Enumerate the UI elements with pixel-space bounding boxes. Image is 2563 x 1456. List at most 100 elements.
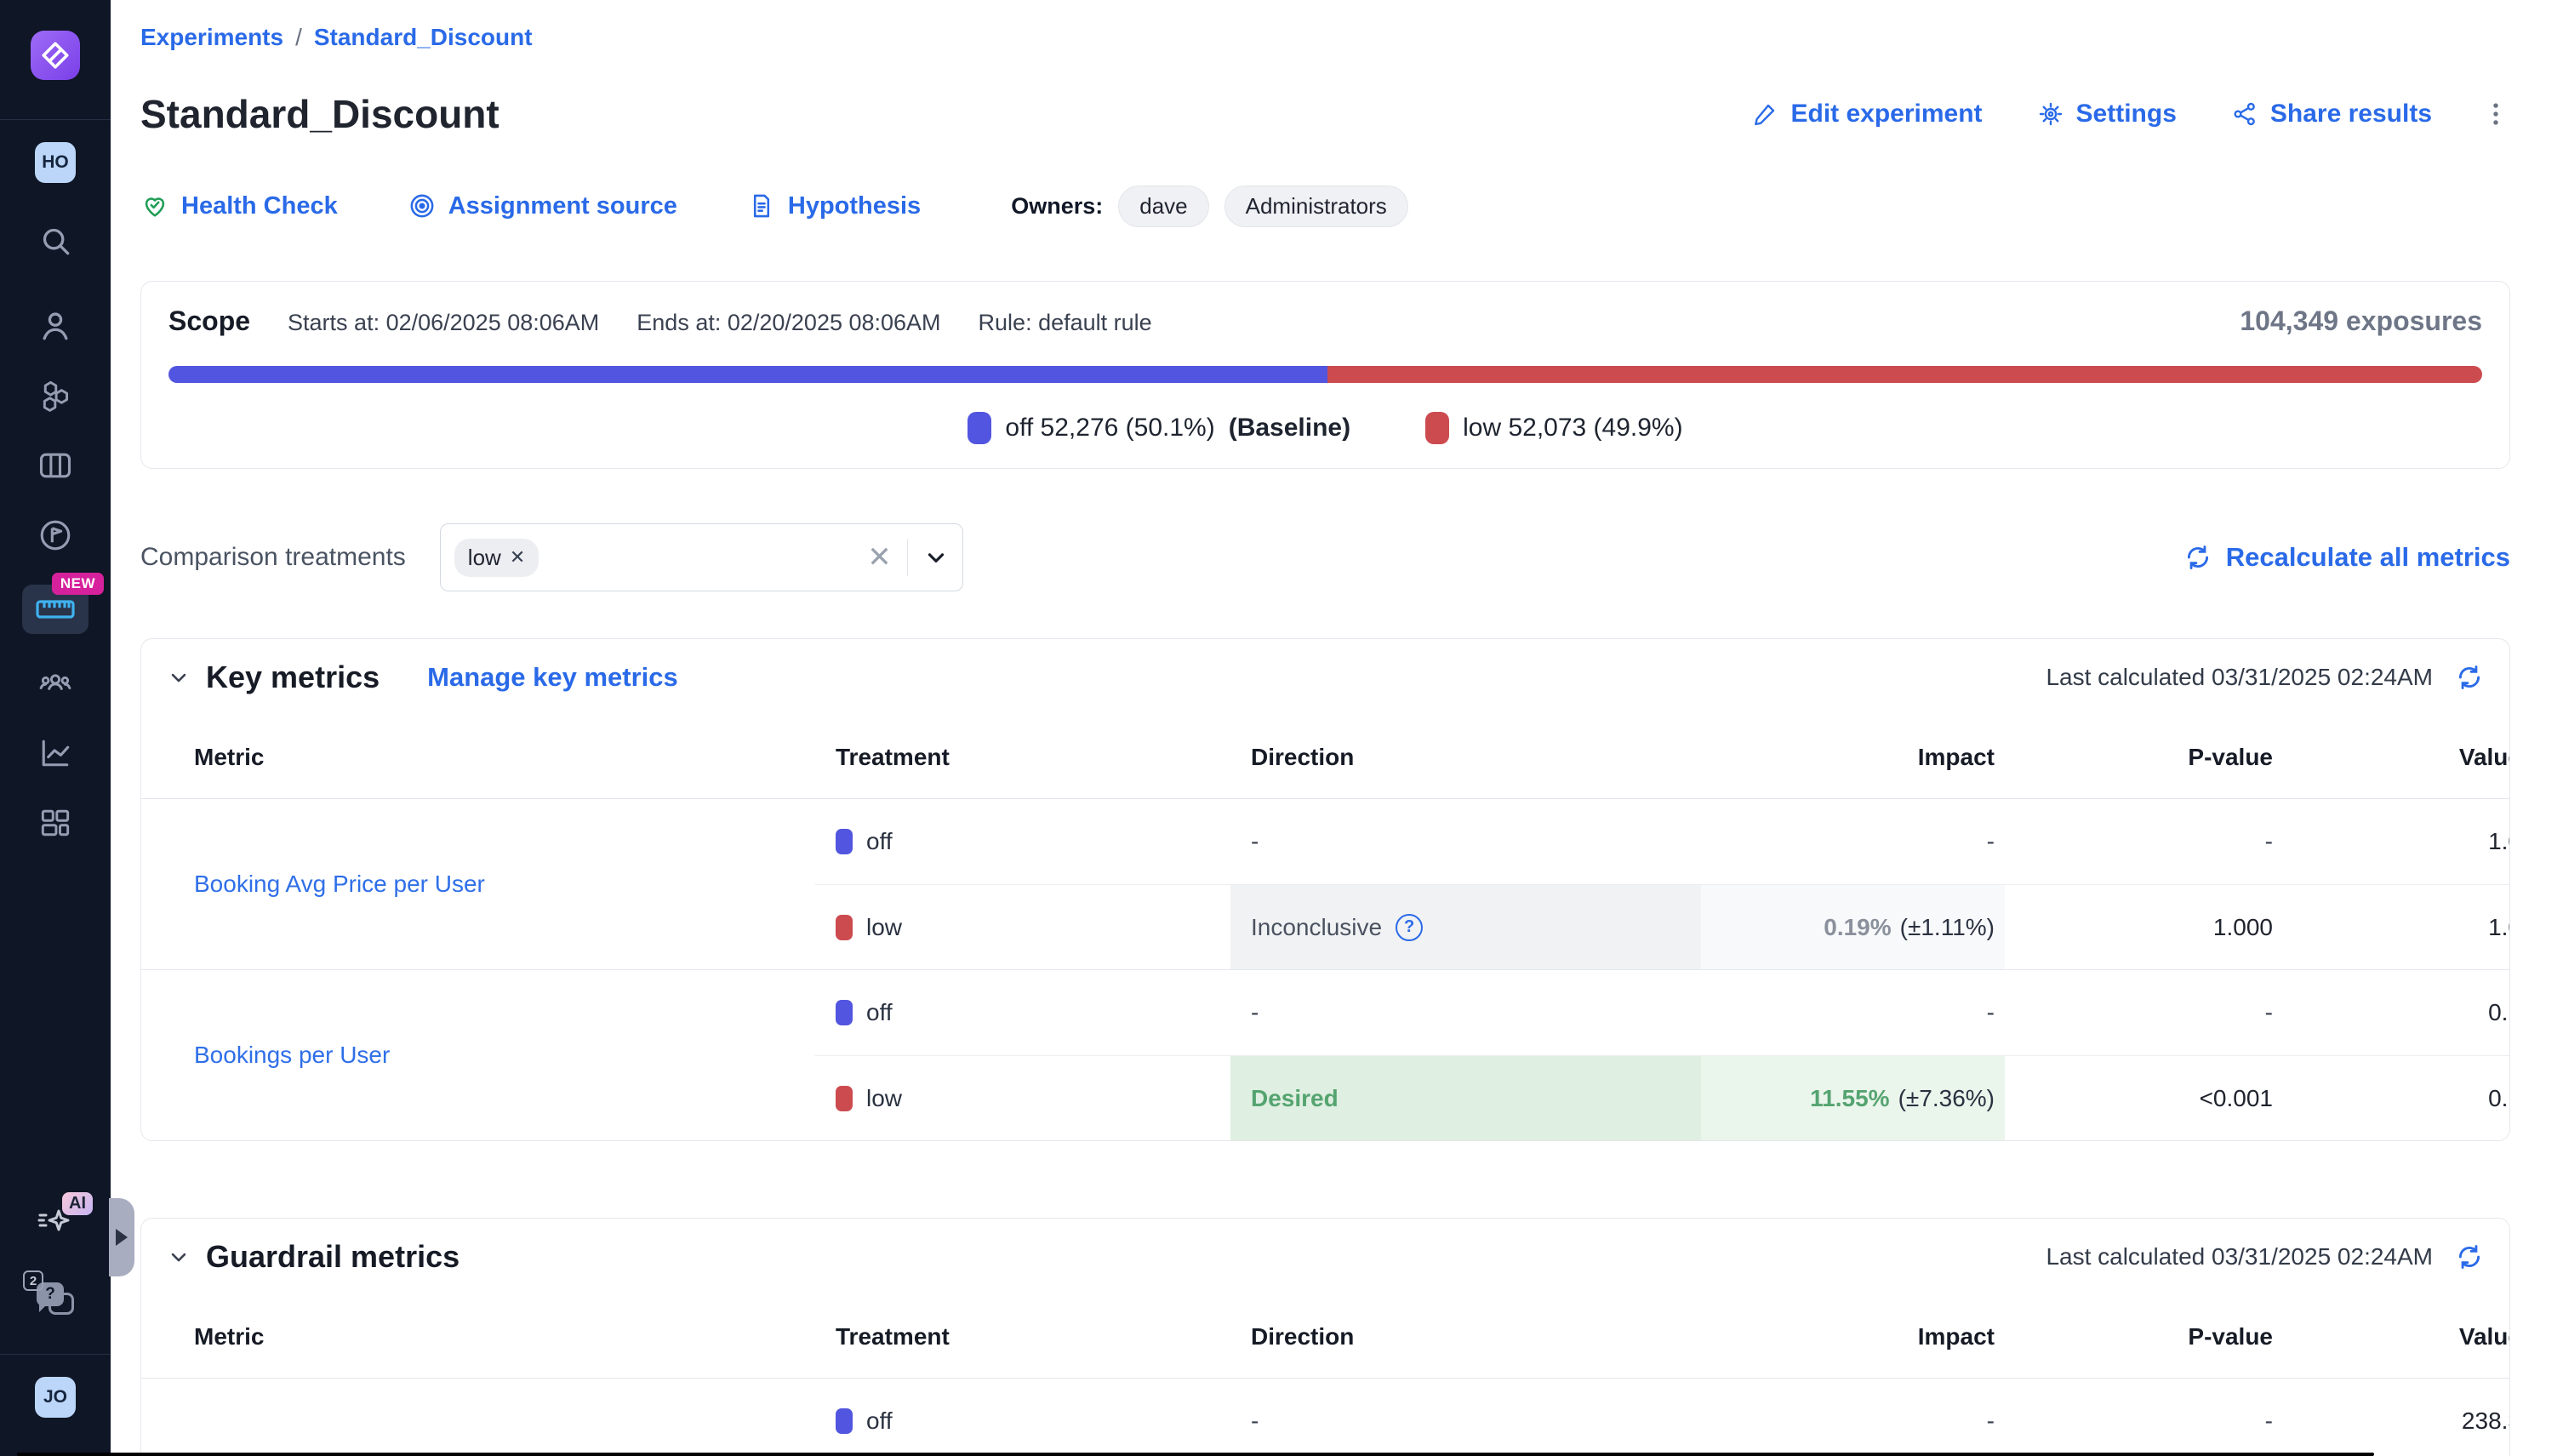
breadcrumb-experiments[interactable]: Experiments [140,24,283,51]
settings-button[interactable]: Settings [2037,100,2177,128]
sidebar-divider [0,119,111,120]
chevron-right-icon [116,1229,136,1246]
column-header-impact: Impact [1701,716,2005,798]
pvalue-cell: - [2005,1379,2290,1456]
scope-rule: Rule: default rule [979,310,1152,336]
line-chart-icon[interactable] [35,733,76,774]
refresh-icon [2183,543,2212,572]
value-cell: 0.1 [2290,970,2509,1055]
workspace-avatar[interactable]: HO [35,142,76,183]
chevron-down-icon[interactable] [923,545,949,570]
comparison-treatments-select[interactable]: low ✕ ✕ [440,523,963,591]
column-header-pvalue: P-value [2005,1295,2290,1378]
treatment-cell: off [815,1379,1230,1456]
help-count-badge: 2 [23,1270,43,1291]
key-metrics-header: Key metrics Manage key metrics Last calc… [141,639,2509,716]
title-row: Standard_Discount Edit experiment Settin… [140,90,2510,138]
treatment-swatch-off [836,1000,853,1025]
last-calculated-text: Last calculated 03/31/2025 02:24AM [2046,1243,2433,1270]
owner-chip[interactable]: dave [1118,186,1208,227]
flag-circle-icon[interactable] [35,515,76,556]
heart-check-icon [140,191,169,220]
key-metrics-card: Key metrics Manage key metrics Last calc… [140,638,2510,1141]
value-cell: 238.3 [2290,1379,2509,1456]
metric-row-group: Average Downloads Promoters Alert off - … [141,1379,2509,1456]
chip-remove-icon[interactable]: ✕ [510,546,525,568]
owner-chip[interactable]: Administrators [1224,186,1408,227]
section-title: Key metrics [206,659,380,695]
allocation-legend: off 52,276 (50.1%) (Baseline) low 52,073… [168,412,2482,444]
share-icon [2231,100,2258,128]
refresh-icon[interactable] [2455,663,2484,692]
breadcrumb-current[interactable]: Standard_Discount [314,24,533,51]
column-header-pvalue: P-value [2005,716,2290,798]
treatment-chip-low[interactable]: low ✕ [454,539,539,577]
column-header-treatment: Treatment [815,716,1230,798]
page-title: Standard_Discount [140,90,499,138]
share-results-button[interactable]: Share results [2231,100,2432,128]
guardrail-metrics-card: Guardrail metrics Last calculated 03/31/… [140,1218,2510,1456]
column-header-treatment: Treatment [815,1295,1230,1378]
direction-cell: - [1230,970,1701,1055]
user-icon[interactable] [35,305,76,346]
statsig-logo-icon[interactable] [31,31,80,80]
scope-title: Scope [168,305,250,337]
owners-group: Owners: dave Administrators [1011,186,1408,227]
legend-swatch-off [968,412,991,444]
baseline-tag: (Baseline) [1229,414,1350,443]
comparison-row: Comparison treatments low ✕ ✕ Recalcul [140,523,2510,591]
refresh-icon[interactable] [2455,1242,2484,1271]
select-clear-icon[interactable]: ✕ [867,543,892,572]
treatment-cell: off [815,799,1230,884]
column-header-value: Value [2290,716,2509,798]
allocation-bar [168,366,2482,383]
ai-assistant-icon[interactable]: AI [35,1202,76,1243]
help-chat-icon[interactable]: ? 2 [35,1279,76,1320]
last-calculated-text: Last calculated 03/31/2025 02:24AM [2046,664,2433,691]
hypothesis-link[interactable]: Hypothesis [747,191,921,220]
scope-card: Scope Starts at: 02/06/2025 08:06AM Ends… [140,281,2510,469]
metric-link[interactable]: Booking Avg Price per User [194,871,485,898]
dashboard-grid-icon[interactable] [35,802,76,843]
window-bottom-edge [17,1453,2374,1456]
edit-experiment-button[interactable]: Edit experiment [1751,100,1982,128]
collapse-chevron-icon[interactable] [167,1245,191,1269]
main-content: Experiments / Standard_Discount Standard… [111,0,2563,1456]
new-badge: NEW [52,573,104,595]
sidebar: HO [0,0,111,1456]
people-group-icon[interactable] [35,663,76,704]
legend-item-low: low 52,073 (49.9%) [1425,412,1683,444]
sidebar-expand-handle[interactable] [109,1198,134,1276]
gear-icon [2037,100,2064,128]
collapse-chevron-icon[interactable] [167,665,191,689]
treatment-cell: low [815,884,1230,969]
health-check-link[interactable]: Health Check [140,191,338,220]
sidebar-item-experiments[interactable]: NEW [22,585,88,634]
manage-key-metrics-link[interactable]: Manage key metrics [427,662,678,693]
assignment-source-link[interactable]: Assignment source [408,191,677,220]
more-options-button[interactable] [2481,100,2510,128]
impact-cell: 11.55% (±7.36%) [1701,1055,2005,1140]
legend-swatch-low [1425,412,1449,444]
user-avatar[interactable]: JO [35,1377,76,1418]
treatment-swatch-off [836,829,853,854]
section-title: Guardrail metrics [206,1239,460,1275]
direction-cell-inconclusive: Inconclusive ? [1230,884,1701,969]
breadcrumb: Experiments / Standard_Discount [140,0,2510,51]
columns-icon[interactable] [35,445,76,486]
allocation-bar-off [168,366,1327,383]
target-icon [408,191,437,220]
metric-row-group: Bookings per User off - - - 0.1 low Desi… [141,969,2509,1140]
ruler-icon [35,596,76,623]
recalculate-all-metrics-button[interactable]: Recalculate all metrics [2183,542,2510,573]
metric-link[interactable]: Bookings per User [194,1042,390,1069]
column-header-metric: Metric [141,716,815,798]
select-divider [907,539,908,576]
help-circle-icon[interactable]: ? [1396,914,1423,941]
impact-cell: - [1701,1379,2005,1456]
exposures-count: 104,349 exposures [2240,305,2482,337]
treatment-cell: low [815,1055,1230,1140]
scope-header: Scope Starts at: 02/06/2025 08:06AM Ends… [168,305,2482,337]
search-icon[interactable] [35,220,76,261]
hexagons-icon[interactable] [35,375,76,416]
